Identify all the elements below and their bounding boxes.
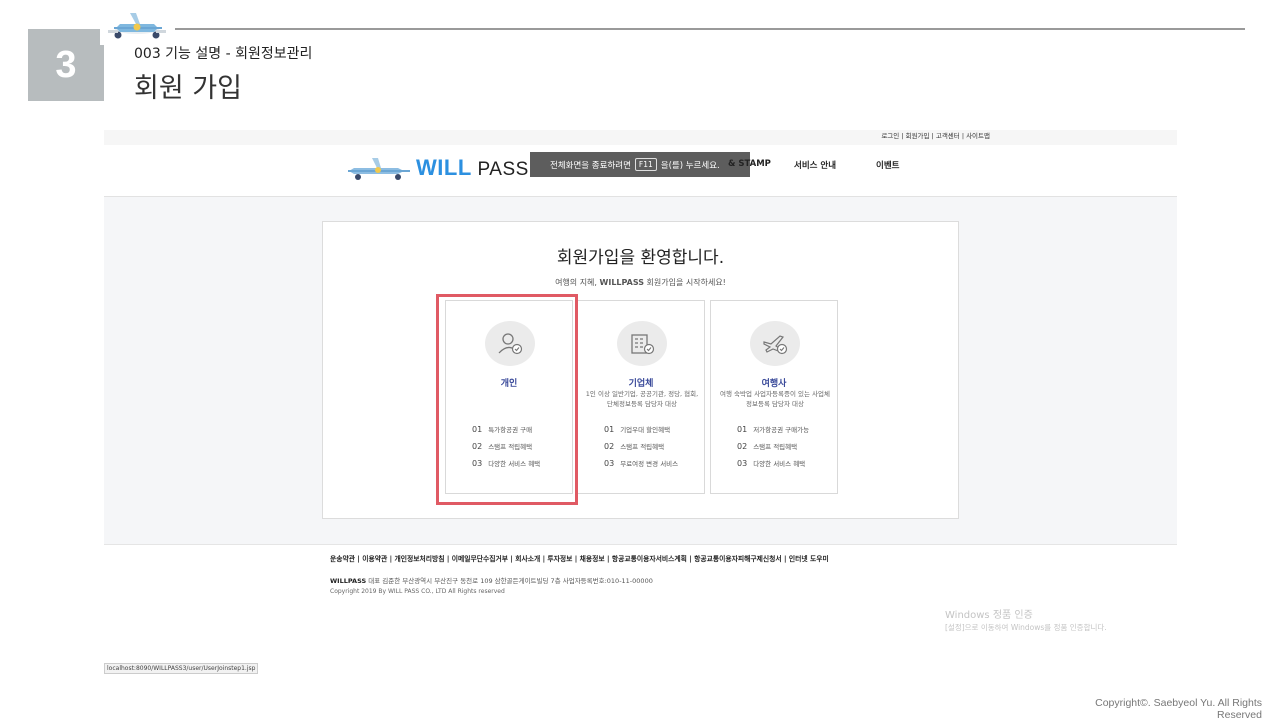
slide: 3 003 기능 설명 - 회원정보관리 회원 가입 로그인 | 회원가입 | …	[0, 0, 1280, 720]
slide-title: 회원 가입	[134, 73, 242, 104]
utility-links[interactable]: 로그인 | 회원가입 | 고객센터 | 사이트맵	[104, 130, 1177, 145]
slide-number: 3	[28, 29, 104, 101]
benefit-list: 01 저가항공권 구매가능 02 스탬프 적립혜택 03 다양한 서비스 혜택	[737, 425, 809, 476]
site-logo[interactable]: WILL PASS	[346, 153, 529, 183]
benefit-item: 03 다양한 서비스 혜택	[737, 459, 806, 468]
site-footer: 운송약관 | 이용약관 | 개인정보처리방침 | 이메일무단수집거부 | 회사소…	[104, 544, 1177, 674]
join-title: 회원가입을 환영합니다.	[556, 248, 725, 268]
status-bar-url: localhost:8090/WILLPASS3/user/UserJoinst…	[104, 663, 259, 674]
building-check-icon	[617, 321, 667, 366]
airplane-logo-icon	[100, 1, 175, 45]
benefit-item: 01 기업우대 할인혜택	[604, 425, 671, 434]
card-description: 1인 이상 일반기업, 공공기관, 정당, 협회, 단체정보등록 담당자 대상	[585, 390, 699, 408]
nav-service-info[interactable]: 서비스 안내	[794, 159, 836, 171]
card-title: 여행사	[761, 379, 787, 389]
f11-key: F11	[634, 158, 657, 171]
member-type-card-travel-agency[interactable]: 여행사 여행 숙박업 사업자등록증이 있는 사업체 정보등록 담당자 대상 01…	[710, 300, 838, 494]
browser-screenshot: 로그인 | 회원가입 | 고객센터 | 사이트맵 WILL PASS 전체화면을…	[104, 130, 1177, 674]
member-type-card-company[interactable]: 기업체 1인 이상 일반기업, 공공기관, 정당, 협회, 단체정보등록 담당자…	[577, 300, 705, 494]
benefit-item: 02 스탬프 적립혜택	[737, 442, 798, 451]
willpass-plane-icon	[348, 158, 410, 180]
plane-check-icon	[750, 321, 800, 366]
site-copyright: Copyright 2019 By WILL PASS CO., LTD All…	[330, 588, 505, 595]
benefit-item: 03 무료여정 변경 서비스	[604, 459, 679, 468]
join-panel: 회원가입을 환영합니다. 여행의 지혜, WILLPASS 회원가입을 시작하세…	[322, 221, 959, 519]
benefit-item: 02 스탬프 적립혜택	[604, 442, 665, 451]
card-description: 여행 숙박업 사업자등록증이 있는 사업체 정보등록 담당자 대상	[720, 390, 830, 408]
card-title: 기업체	[628, 379, 654, 389]
footer-links[interactable]: 운송약관 | 이용약관 | 개인정보처리방침 | 이메일무단수집거부 | 회사소…	[330, 553, 829, 563]
site-header: WILL PASS 전체화면을 종료하려면 F11 을(를) 누르세요. & S…	[104, 145, 1177, 197]
header-divider	[175, 28, 1245, 30]
slide-copyright: Copyright©. Saebyeol Yu. All Rights Rese…	[1095, 697, 1262, 720]
site-brand: WILL PASS	[416, 155, 529, 180]
windows-activation-watermark: Windows 정품 인증 [설정]으로 이동하여 Windows를 정품 인증…	[945, 610, 1107, 632]
fullscreen-exit-banner: 전체화면을 종료하려면 F11 을(를) 누르세요.	[530, 152, 750, 177]
highlight-box	[436, 294, 578, 505]
nav-event[interactable]: 이벤트	[876, 159, 899, 171]
company-info: WILLPASS 대표 김준한 부산광역시 부산진구 동천로 109 삼한골든게…	[330, 577, 653, 585]
slide-subtitle: 003 기능 설명 - 회원정보관리	[134, 46, 313, 62]
benefit-list: 01 기업우대 할인혜택 02 스탬프 적립혜택 03 무료여정 변경 서비스	[604, 425, 678, 476]
benefit-item: 01 저가항공권 구매가능	[737, 425, 810, 434]
nav-stamp[interactable]: & STAMP	[728, 159, 771, 169]
join-subtitle: 여행의 지혜, WILLPASS 회원가입을 시작하세요!	[555, 278, 726, 287]
